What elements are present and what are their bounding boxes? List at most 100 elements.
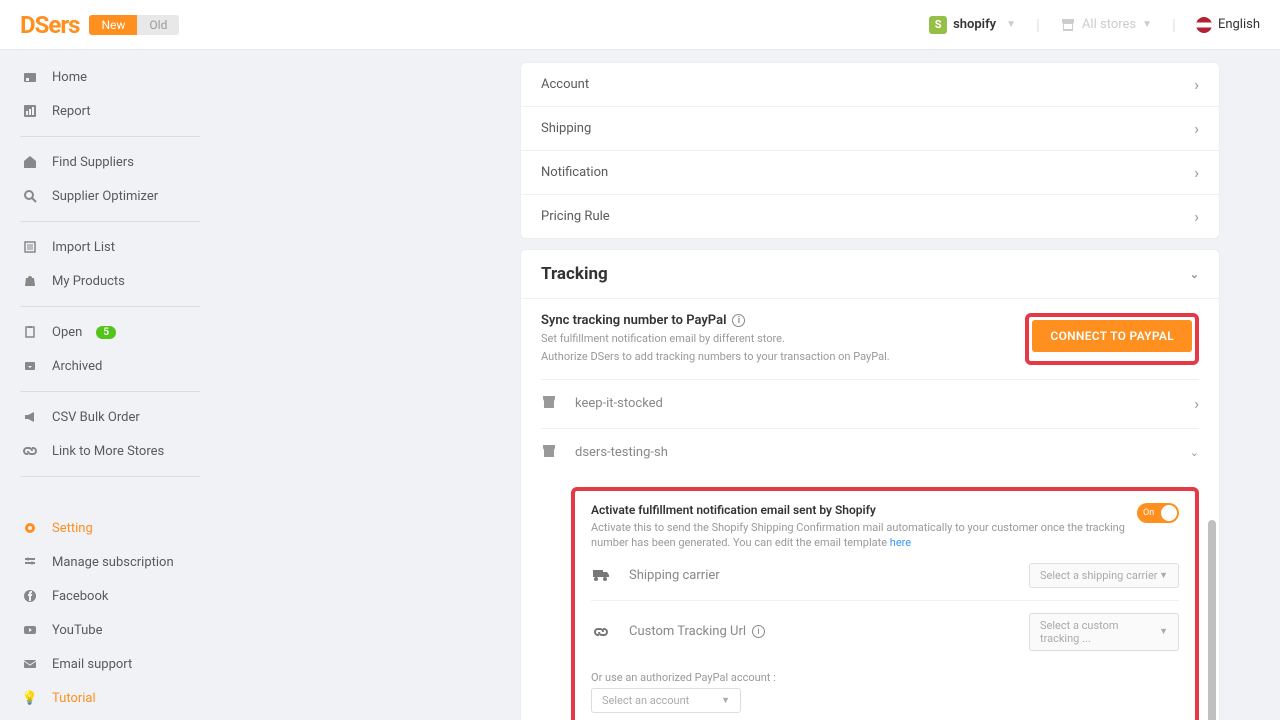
logo-text: DSers [20,11,79,39]
info-icon[interactable]: i [732,314,745,327]
chevron-right-icon: › [1194,75,1199,94]
nav-label: Find Suppliers [52,155,134,170]
store-icon [541,443,557,463]
sync-info: Sync tracking number to PayPali Set fulf… [541,313,1025,365]
shopify-icon: S [929,16,947,34]
row-title: Account [541,77,589,92]
shopify-dropdown[interactable]: S shopify ▼ [929,16,1016,34]
nav-open[interactable]: Open5 [0,315,220,349]
gear-icon [22,520,38,536]
settings-card-top: Account › Shipping › Notification › Pricing… [520,62,1220,239]
youtube-icon [22,622,38,638]
tracking-header[interactable]: Tracking⌄ [521,250,1219,299]
nav-label: CSV Bulk Order [52,410,140,425]
store-icon [541,394,557,414]
chevron-right-icon: › [1194,119,1199,138]
toggle-new-button[interactable]: New [89,15,137,35]
notification-row[interactable]: Notification › [521,151,1219,195]
nav-email-support[interactable]: Email support [0,647,220,681]
nav-setting[interactable]: Setting [0,511,220,545]
nav-youtube[interactable]: YouTube [0,613,220,647]
nav-manage-subscription[interactable]: Manage subscription [0,545,220,579]
nav-label: Email support [52,657,132,672]
nav-home[interactable]: Home [0,60,220,94]
sync-desc2: Authorize DSers to add tracking numbers … [541,349,1025,364]
pricing-row[interactable]: Pricing Rule › [521,195,1219,238]
url-label: Custom Tracking Urli [629,624,1011,639]
clipboard-icon [22,324,38,340]
store-row-2[interactable]: dsers-testing-sh ⌄ [541,429,1199,477]
separator: | [1036,15,1040,34]
chevron-down-icon: ▼ [1142,19,1152,30]
link-icon [22,443,38,459]
nav-facebook[interactable]: Facebook [0,579,220,613]
nav-label: My Products [52,274,125,289]
tracking-body: Sync tracking number to PayPali Set fulf… [521,299,1219,720]
chevron-down-icon: ⌄ [1190,268,1199,281]
store-label: All stores [1082,17,1136,32]
nav-find-suppliers[interactable]: Find Suppliers [0,145,220,179]
custom-url-row: Custom Tracking Urli Select a custom tra… [591,601,1179,663]
toggle-old-button[interactable]: Old [137,15,179,35]
language-selector[interactable]: English [1196,17,1260,33]
nav-label: Facebook [52,589,108,604]
header: DSers New Old S shopify ▼ | All stores ▼… [0,0,1280,50]
row-title: Notification [541,165,608,180]
flag-icon [1196,17,1212,33]
divider [20,221,200,222]
bag-icon [22,273,38,289]
home-icon [22,69,38,85]
mail-icon [22,656,38,672]
house-icon [22,154,38,170]
view-toggle: New Old [89,15,179,35]
account-row[interactable]: Account › [521,63,1219,107]
here-link[interactable]: here [890,536,911,549]
carrier-dropdown[interactable]: Select a shipping carrier▼ [1029,563,1179,588]
store-row-1[interactable]: keep-it-stocked › [541,380,1199,429]
nav-link-stores[interactable]: Link to More Stores [0,434,220,468]
store-selector[interactable]: All stores ▼ [1060,17,1152,33]
sync-block: Sync tracking number to PayPali Set fulf… [541,299,1199,380]
divider [20,136,200,137]
shipping-row[interactable]: Shipping › [521,107,1219,151]
nav-import-list[interactable]: Import List [0,230,220,264]
nav-label: Manage subscription [52,555,174,570]
info-icon[interactable]: i [752,625,765,638]
lightbulb-icon: 💡 [22,690,38,706]
row-title: Shipping [541,121,591,136]
account-dropdown[interactable]: Select an account▼ [591,688,741,713]
nav-report[interactable]: Report [0,94,220,128]
divider [20,391,200,392]
tracking-card: Tracking⌄ Sync tracking number to PayPal… [520,249,1220,720]
chevron-down-icon: ▼ [1159,570,1168,581]
chevron-right-icon: › [1194,163,1199,182]
sliders-icon [22,554,38,570]
nav-label: Supplier Optimizer [52,189,158,204]
sync-desc1: Set fulfillment notification email by di… [541,331,1025,346]
open-badge: 5 [96,326,116,339]
connect-paypal-button[interactable]: CONNECT TO PAYPAL [1032,320,1192,352]
nav-tutorial[interactable]: 💡 Tutorial [0,681,220,715]
nav-archived[interactable]: Archived [0,349,220,383]
main-content: Account › Shipping › Notification › Pricing… [220,50,1280,720]
paypal-note: Or use an authorized PayPal account : [591,671,1179,684]
shipping-carrier-row: Shipping carrier Select a shipping carri… [591,551,1179,601]
fulfillment-toggle[interactable]: On [1137,503,1179,523]
highlight-fulfillment: Activate fulfillment notification email … [571,487,1199,720]
row-title: Pricing Rule [541,209,610,224]
header-right: S shopify ▼ | All stores ▼ | English [929,15,1260,34]
chevron-right-icon: › [1194,207,1199,226]
shopify-label: shopify [953,17,996,32]
store-name: dsers-testing-sh [575,445,668,460]
scrollbar[interactable] [1208,520,1216,720]
url-dropdown[interactable]: Select a custom tracking ...▼ [1029,613,1179,651]
divider [20,306,200,307]
nav-supplier-optimizer[interactable]: Supplier Optimizer [0,179,220,213]
nav-my-products[interactable]: My Products [0,264,220,298]
list-icon [22,239,38,255]
chevron-right-icon: › [1194,394,1199,413]
nav-label: Archived [52,359,102,374]
nav-label: Tutorial [52,691,96,706]
nav-csv-bulk[interactable]: CSV Bulk Order [0,400,220,434]
bottom-nav: Setting Manage subscription Facebook You… [0,506,220,720]
